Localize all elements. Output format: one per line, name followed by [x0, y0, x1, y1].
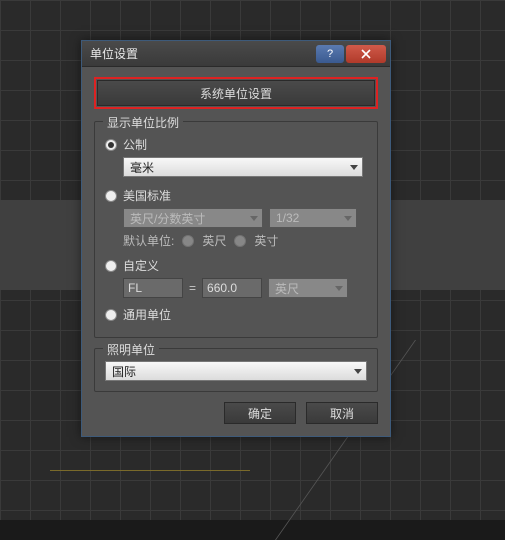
- ok-label: 确定: [248, 405, 272, 422]
- radio-custom-row[interactable]: 自定义: [105, 257, 367, 274]
- equals-sign: =: [189, 281, 196, 295]
- custom-factor-input[interactable]: 660.0: [202, 278, 262, 298]
- us-feet-label: 英尺: [202, 232, 226, 249]
- us-fraction-select[interactable]: 1/32: [269, 208, 357, 228]
- us-default-row: 默认单位: 英尺 英寸: [123, 232, 367, 249]
- highlight-frame: 系统单位设置: [94, 77, 378, 109]
- us-format-value: 英尺/分数英寸: [130, 210, 205, 227]
- us-inch-label: 英寸: [254, 232, 278, 249]
- cancel-button[interactable]: 取消: [306, 402, 378, 424]
- metric-select[interactable]: 毫米: [123, 157, 363, 177]
- chevron-down-icon: [335, 286, 343, 291]
- custom-value-text: FL: [128, 281, 142, 295]
- radio-us[interactable]: [105, 190, 117, 202]
- radio-generic[interactable]: [105, 309, 117, 321]
- custom-unit-select[interactable]: 英尺: [268, 278, 348, 298]
- radio-us-row[interactable]: 美国标准: [105, 187, 367, 204]
- help-icon: ?: [327, 48, 333, 60]
- dialog-body: 系统单位设置 显示单位比例 公制 毫米 美国标准 英尺/分数英寸: [82, 67, 390, 436]
- radio-custom-label: 自定义: [123, 257, 159, 274]
- lighting-legend: 照明单位: [103, 341, 159, 358]
- radio-metric-label: 公制: [123, 136, 147, 153]
- viewport-line: [50, 470, 250, 471]
- custom-row: FL = 660.0 英尺: [123, 278, 367, 298]
- units-dialog: 单位设置 ? 系统单位设置 显示单位比例 公制 毫米: [81, 40, 391, 437]
- metric-select-wrap: 毫米: [123, 157, 367, 177]
- radio-generic-row[interactable]: 通用单位: [105, 306, 367, 323]
- us-format-select[interactable]: 英尺/分数英寸: [123, 208, 263, 228]
- radio-metric[interactable]: [105, 139, 117, 151]
- custom-unit-value: 英尺: [275, 280, 299, 297]
- cancel-label: 取消: [330, 405, 354, 422]
- close-button[interactable]: [346, 45, 386, 63]
- lighting-value: 国际: [112, 363, 136, 380]
- radio-generic-label: 通用单位: [123, 306, 171, 323]
- titlebar-buttons: ?: [316, 45, 386, 63]
- display-units-legend: 显示单位比例: [103, 114, 183, 131]
- custom-factor-text: 660.0: [207, 281, 237, 295]
- lighting-group: 照明单位 国际: [94, 348, 378, 392]
- ok-button[interactable]: 确定: [224, 402, 296, 424]
- radio-us-feet[interactable]: [182, 235, 194, 247]
- system-units-label: 系统单位设置: [200, 85, 272, 102]
- radio-us-inch[interactable]: [234, 235, 246, 247]
- us-selects-row: 英尺/分数英寸 1/32: [123, 208, 367, 228]
- titlebar[interactable]: 单位设置 ?: [82, 41, 390, 67]
- close-icon: [361, 49, 371, 59]
- system-units-button[interactable]: 系统单位设置: [97, 80, 375, 106]
- chevron-down-icon: [350, 165, 358, 170]
- help-button[interactable]: ?: [316, 45, 344, 63]
- us-default-label: 默认单位:: [123, 232, 174, 249]
- custom-value-input[interactable]: FL: [123, 278, 183, 298]
- dialog-footer: 确定 取消: [94, 402, 378, 424]
- window-title: 单位设置: [90, 45, 316, 62]
- us-fraction-value: 1/32: [276, 211, 299, 225]
- radio-custom[interactable]: [105, 260, 117, 272]
- metric-select-value: 毫米: [130, 159, 154, 176]
- display-units-group: 显示单位比例 公制 毫米 美国标准 英尺/分数英寸: [94, 121, 378, 338]
- lighting-select[interactable]: 国际: [105, 361, 367, 381]
- chevron-down-icon: [344, 216, 352, 221]
- chevron-down-icon: [250, 216, 258, 221]
- chevron-down-icon: [354, 369, 362, 374]
- radio-us-label: 美国标准: [123, 187, 171, 204]
- radio-metric-row[interactable]: 公制: [105, 136, 367, 153]
